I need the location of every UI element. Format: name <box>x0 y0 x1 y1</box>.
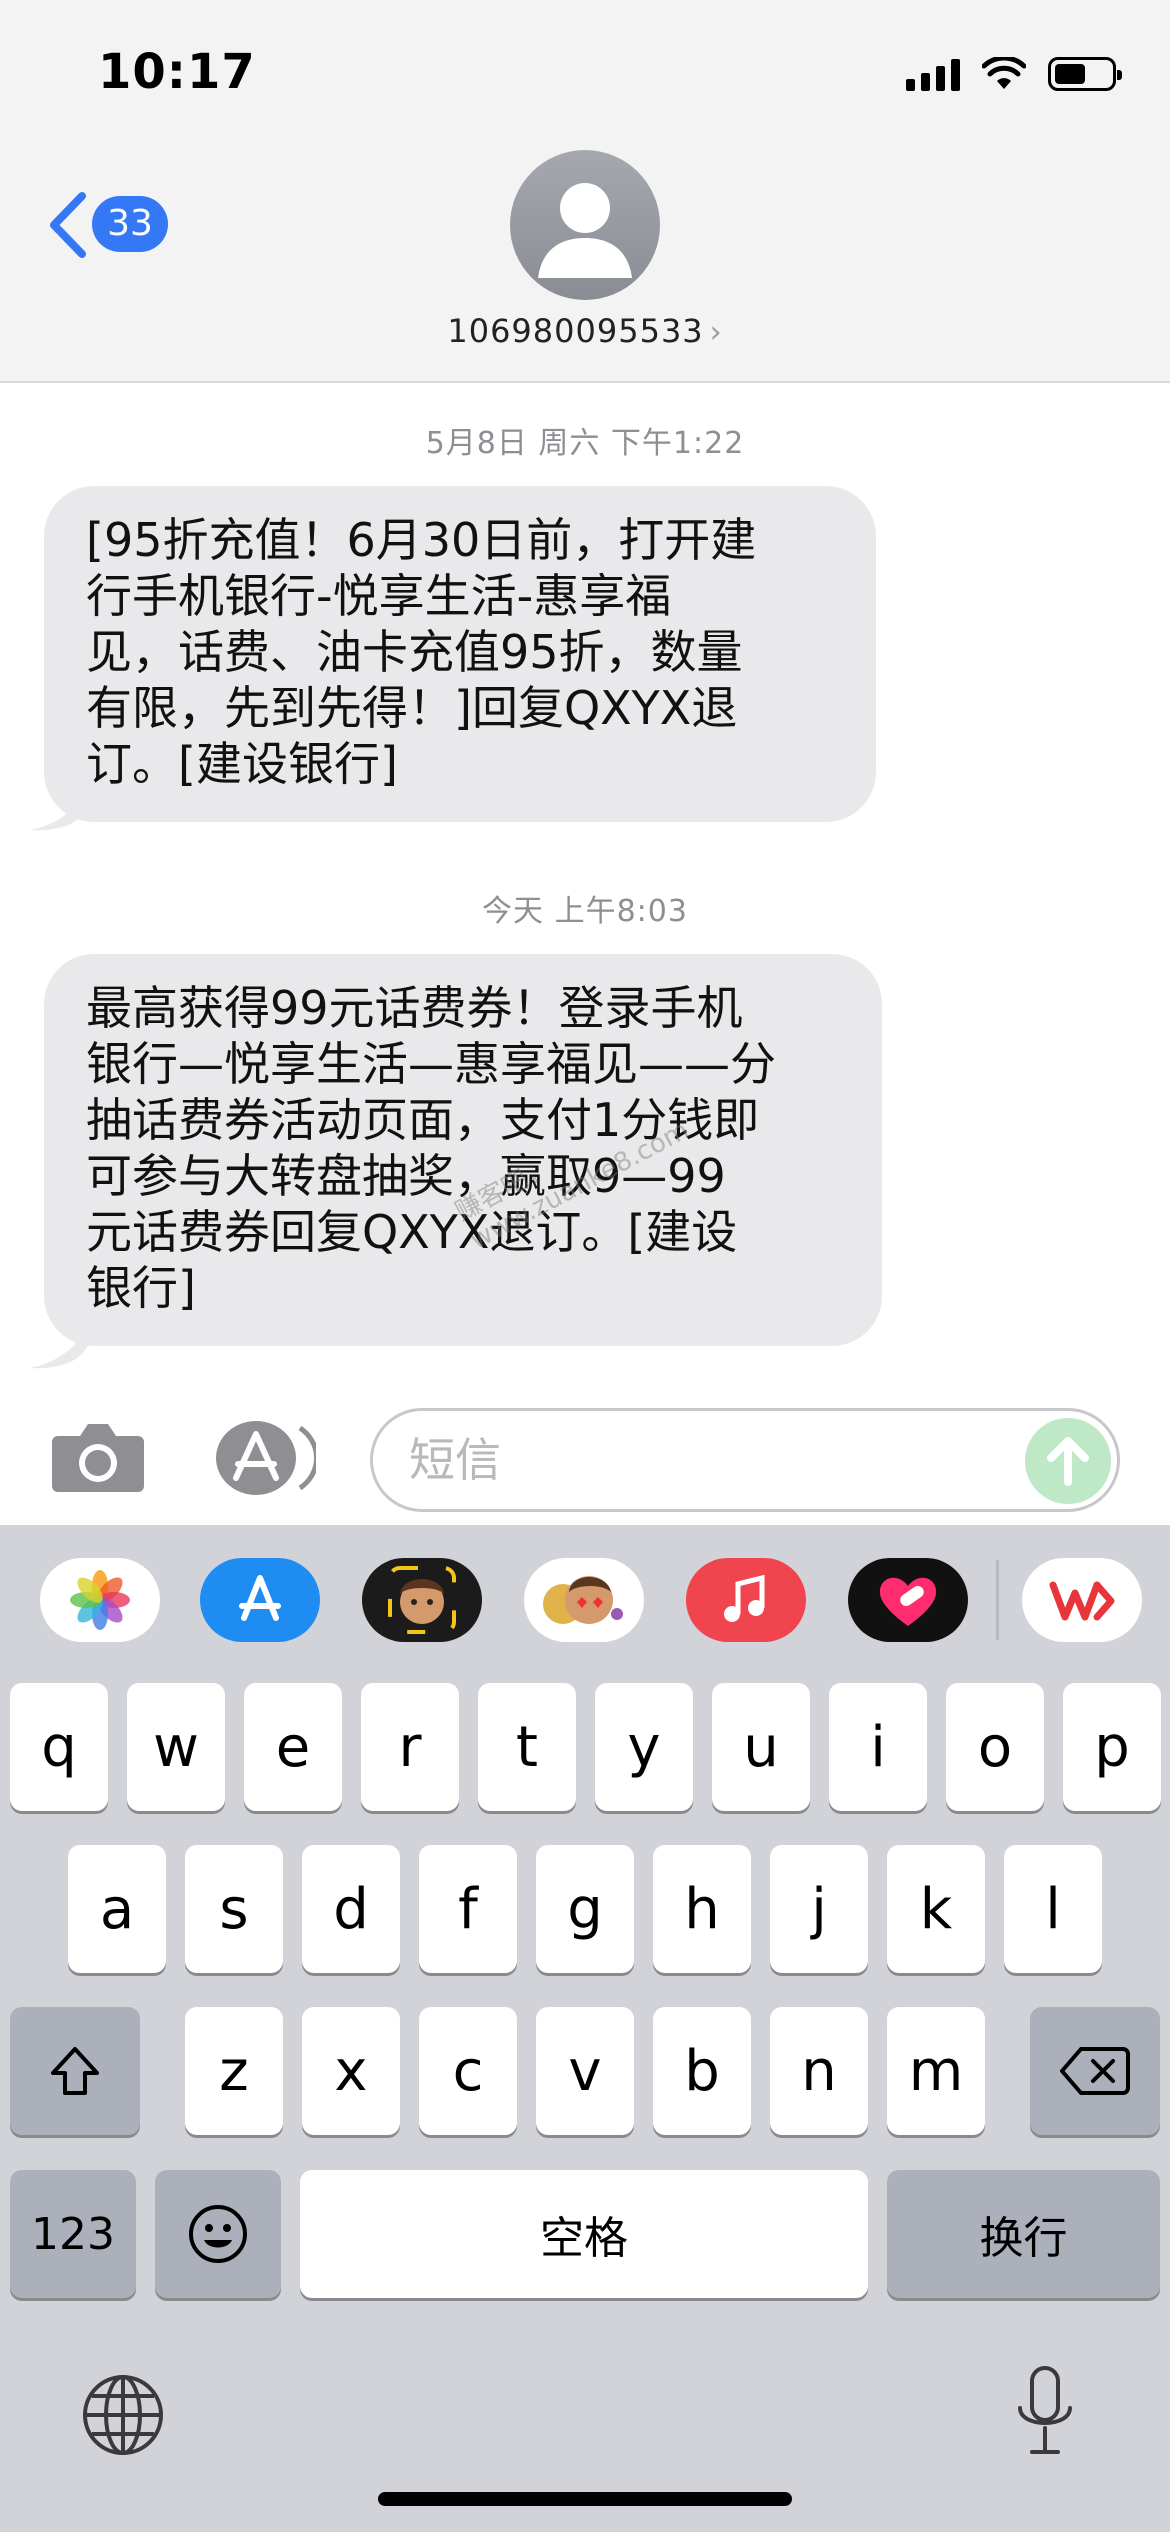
key-k[interactable]: k <box>887 1845 985 1973</box>
key-m[interactable]: m <box>887 2007 985 2135</box>
key-j[interactable]: j <box>770 1845 868 1973</box>
home-indicator[interactable] <box>378 2492 792 2506</box>
contact-chevron-icon: › <box>709 315 723 350</box>
memoji-icon[interactable] <box>362 1558 482 1642</box>
battery-icon <box>1048 57 1122 91</box>
key-b[interactable]: b <box>653 2007 751 2135</box>
wifi-icon <box>982 57 1026 89</box>
app-store-icon[interactable] <box>200 1558 320 1642</box>
conversation-header: 10:17 33 106980095533 › <box>0 0 1170 383</box>
key-z[interactable]: z <box>185 2007 283 2135</box>
message-line: 银行—悦享生活—惠享福见——分 <box>86 1037 776 1091</box>
shift-key[interactable] <box>10 2007 140 2135</box>
message-line: 见，话费、油卡充值95折，数量 <box>86 625 743 679</box>
numbers-key[interactable]: 123 <box>10 2170 136 2298</box>
message-line: [95折充值！6月30日前，打开建 <box>86 513 757 567</box>
key-x[interactable]: x <box>302 2007 400 2135</box>
message-input[interactable]: 短信 <box>370 1408 1120 1512</box>
message-line: 银行] <box>86 1261 196 1315</box>
emoji-smiley-icon <box>189 2205 247 2263</box>
key-e[interactable]: e <box>244 1683 342 1811</box>
message-line: 订。[建设银行] <box>86 737 398 791</box>
message-line: 抽话费券活动页面，支付1分钱即 <box>86 1093 760 1147</box>
message-bubble[interactable]: [95折充值！6月30日前，打开建 行手机银行-悦享生活-惠享福 见，话费、油卡… <box>44 486 876 822</box>
key-v[interactable]: v <box>536 2007 634 2135</box>
digital-touch-icon[interactable] <box>848 1558 968 1642</box>
back-unread-count[interactable]: 33 <box>92 196 168 252</box>
key-c[interactable]: c <box>419 2007 517 2135</box>
key-p[interactable]: p <box>1063 1683 1161 1811</box>
key-d[interactable]: d <box>302 1845 400 1973</box>
key-g[interactable]: g <box>536 1845 634 1973</box>
microphone-icon[interactable] <box>1012 2364 1078 2464</box>
photos-icon[interactable] <box>40 1558 160 1642</box>
globe-icon[interactable] <box>80 2372 166 2458</box>
delete-backspace-icon <box>1060 2047 1130 2095</box>
key-i[interactable]: i <box>829 1683 927 1811</box>
key-y[interactable]: y <box>595 1683 693 1811</box>
key-r[interactable]: r <box>361 1683 459 1811</box>
key-h[interactable]: h <box>653 1845 751 1973</box>
app-store-icon[interactable] <box>208 1418 316 1498</box>
message-timestamp: 今天 上午8:03 <box>482 894 688 929</box>
key-u[interactable]: u <box>712 1683 810 1811</box>
person-icon <box>538 183 632 278</box>
key-w[interactable]: w <box>127 1683 225 1811</box>
message-bubble[interactable]: 最高获得99元话费券！登录手机 银行—悦享生活—惠享福见——分 抽话费券活动页面… <box>44 954 882 1346</box>
cellular-signal-icon <box>906 57 960 91</box>
status-icons <box>906 54 1122 94</box>
message-line: 最高获得99元话费券！登录手机 <box>86 981 743 1035</box>
delete-key[interactable] <box>1030 2007 1160 2135</box>
message-line: 行手机银行-悦享生活-惠享福 <box>86 569 672 623</box>
key-a[interactable]: a <box>68 1845 166 1973</box>
send-button[interactable] <box>1025 1418 1111 1504</box>
key-f[interactable]: f <box>419 1845 517 1973</box>
wps-icon[interactable] <box>1022 1558 1142 1642</box>
message-timestamp: 5月8日 周六 下午1:22 <box>425 426 745 461</box>
return-key[interactable]: 换行 <box>887 2170 1160 2298</box>
contact-number: 106980095533 <box>447 312 704 350</box>
shift-arrow-icon <box>51 2047 99 2095</box>
camera-icon[interactable] <box>50 1420 145 1494</box>
key-l[interactable]: l <box>1004 1845 1102 1973</box>
arrow-up-icon <box>1047 1437 1089 1486</box>
contact-avatar[interactable] <box>510 150 660 300</box>
message-line: 有限，先到先得！]回复QXYX退 <box>86 681 738 735</box>
key-o[interactable]: o <box>946 1683 1044 1811</box>
drawer-separator <box>996 1560 999 1640</box>
key-t[interactable]: t <box>478 1683 576 1811</box>
contact-name[interactable]: 106980095533 › <box>0 312 1170 350</box>
key-q[interactable]: q <box>10 1683 108 1811</box>
key-s[interactable]: s <box>185 1845 283 1973</box>
memoji-stickers-icon[interactable] <box>524 1558 644 1642</box>
status-time: 10:17 <box>98 44 256 100</box>
emoji-key[interactable] <box>155 2170 281 2298</box>
back-chevron-icon[interactable] <box>44 190 94 260</box>
key-n[interactable]: n <box>770 2007 868 2135</box>
space-key[interactable]: 空格 <box>300 2170 868 2298</box>
music-icon[interactable] <box>686 1558 806 1642</box>
